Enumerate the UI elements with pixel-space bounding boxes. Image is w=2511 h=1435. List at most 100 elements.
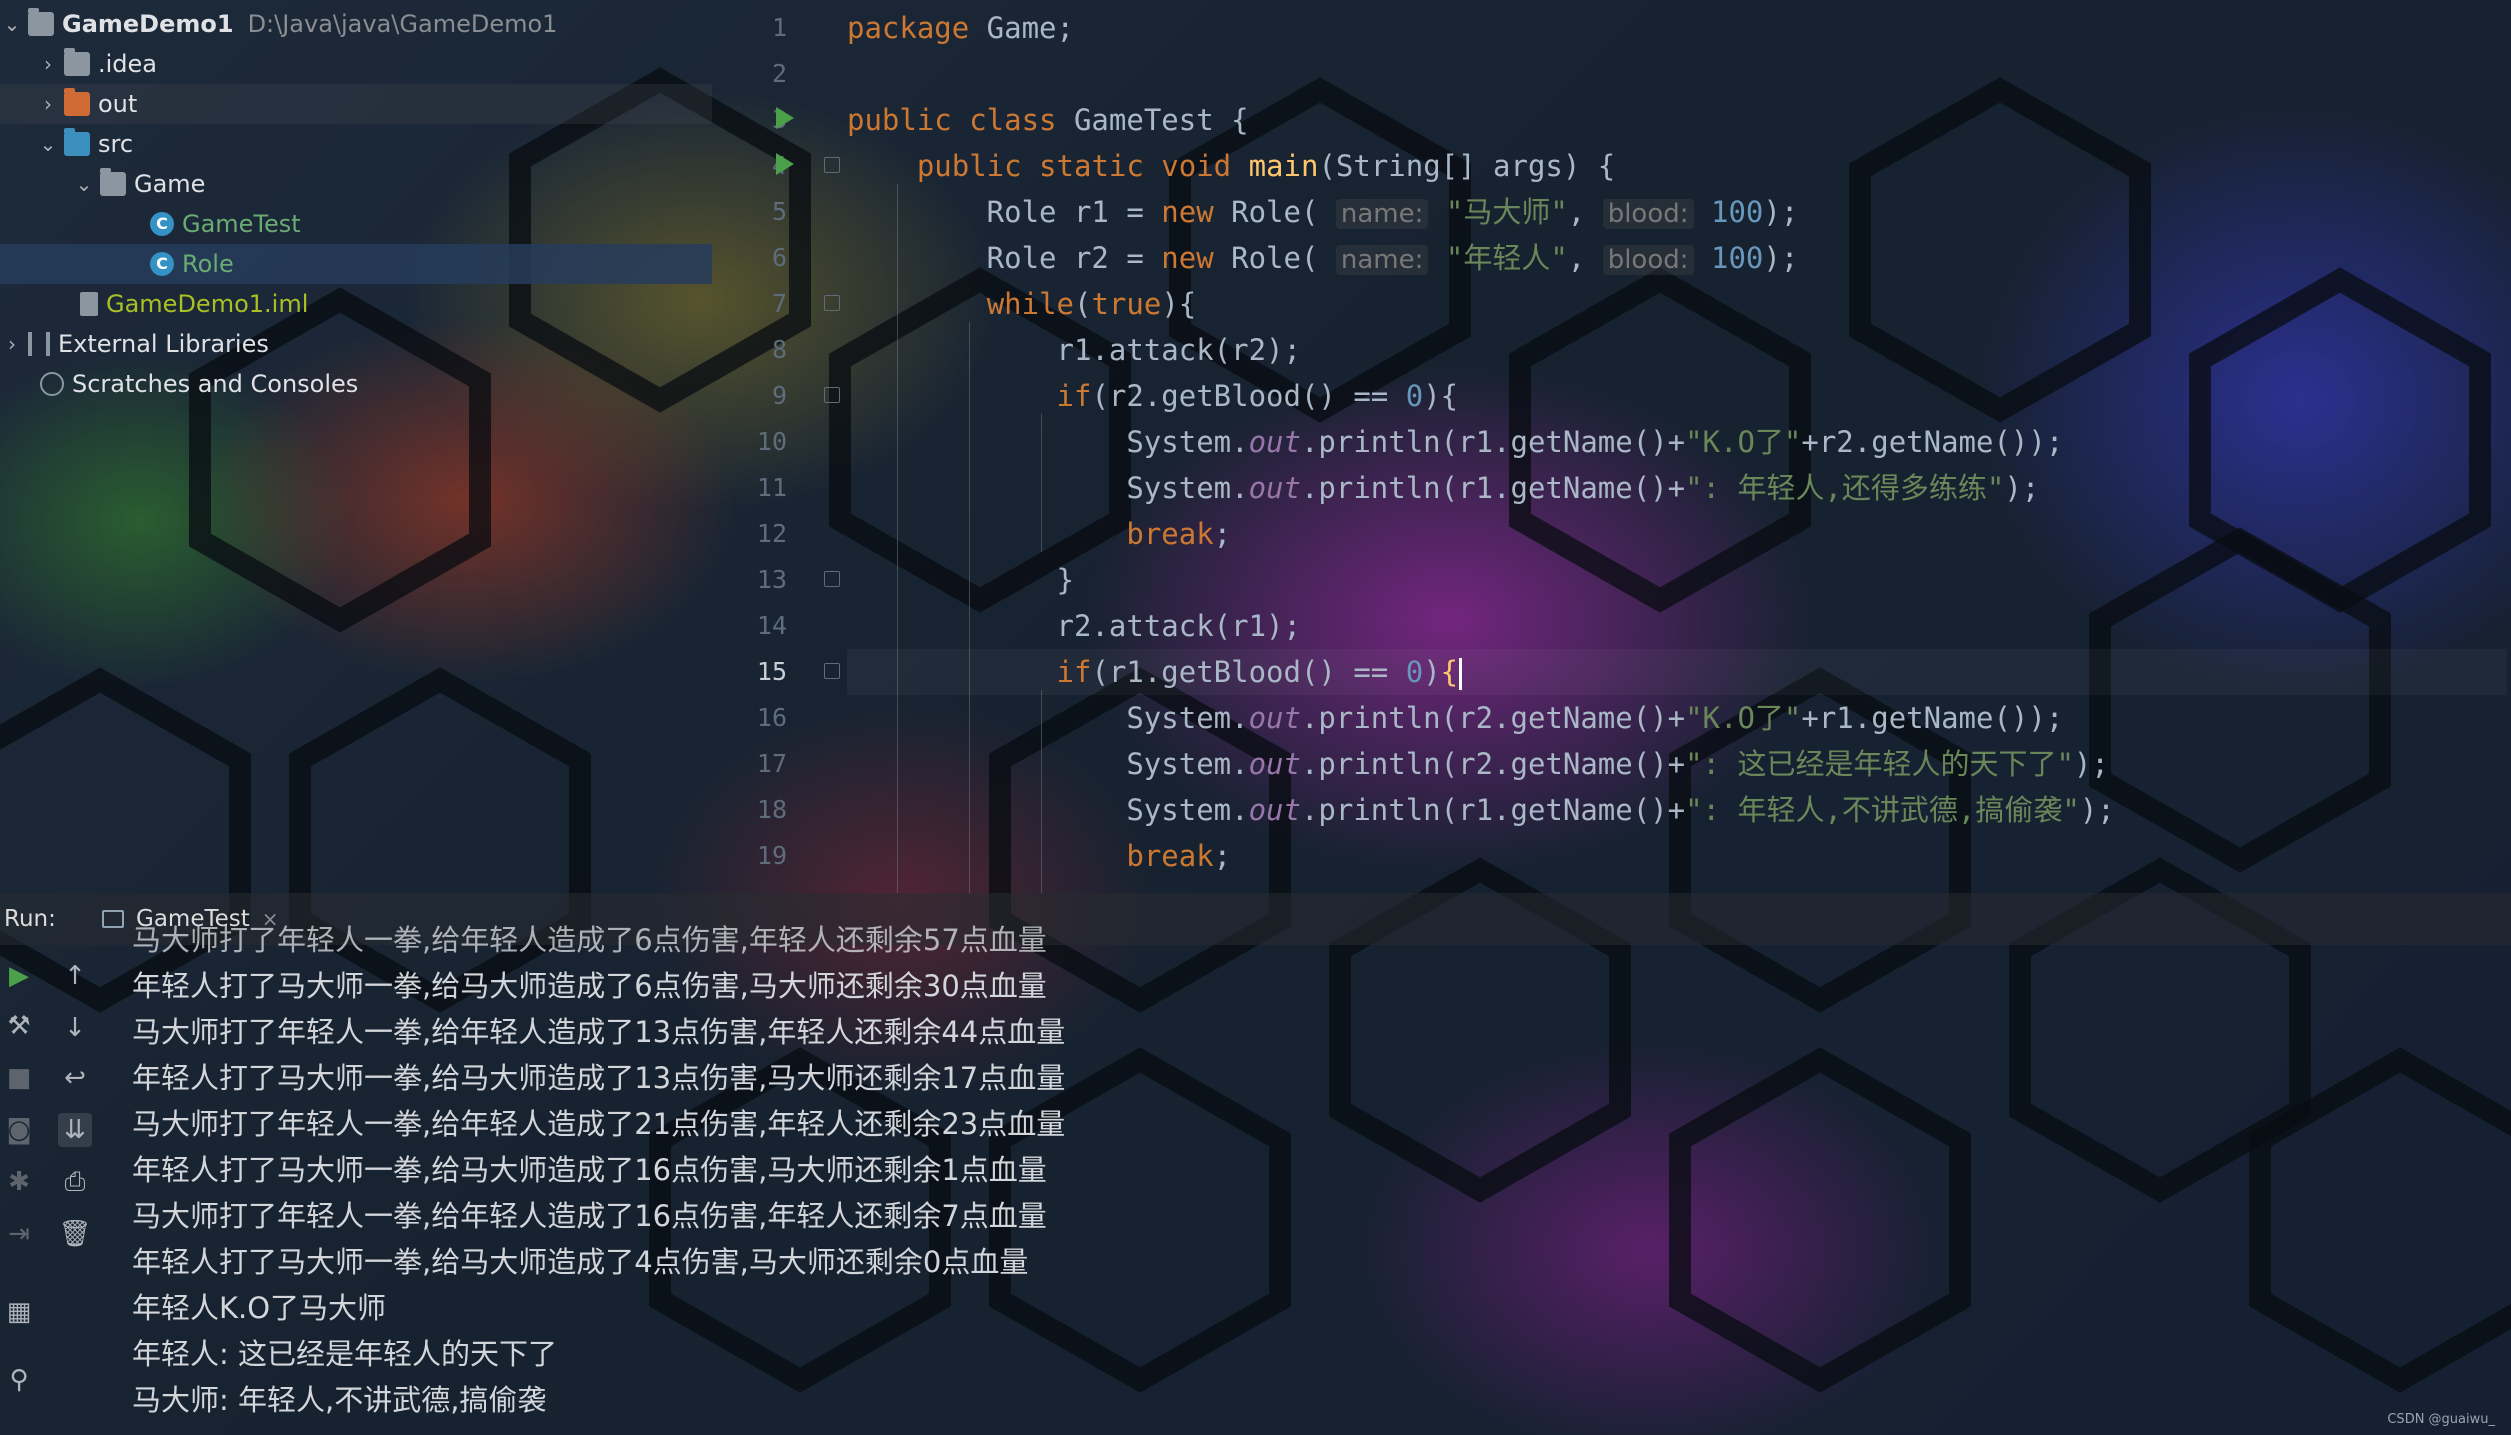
line-number: 19 xyxy=(756,841,787,870)
console-line: 年轻人K.O了马大师 xyxy=(132,1291,387,1325)
source-folder-icon xyxy=(64,128,90,156)
console-line: 马大师打了年轻人一拳,给年轻人造成了16点伤害,年轻人还剩余7点血量 xyxy=(132,1199,1047,1233)
tree-item-src[interactable]: ⌄ src xyxy=(0,124,712,164)
fold-icon[interactable] xyxy=(824,663,840,679)
chevron-right-icon[interactable]: › xyxy=(36,52,60,76)
tree-item-label: Scratches and Consoles xyxy=(72,370,359,398)
console-line: 马大师打了年轻人一拳,给年轻人造成了21点伤害,年轻人还剩余23点血量 xyxy=(132,1107,1066,1141)
code-line-17: System.out.println(r2.getName()+": 这已经是年… xyxy=(847,747,2109,781)
line-number: 9 xyxy=(771,381,787,410)
line-number: 15 xyxy=(756,657,787,686)
chevron-right-icon[interactable]: › xyxy=(0,332,24,356)
tree-item-label: GameDemo1 xyxy=(62,10,234,38)
chevron-down-icon[interactable]: ⌄ xyxy=(36,132,60,156)
console-line: 年轻人打了马大师一拳,给马大师造成了6点伤害,马大师还剩余30点血量 xyxy=(132,969,1047,1003)
console-line: 年轻人打了马大师一拳,给马大师造成了16点伤害,马大师还剩余1点血量 xyxy=(132,1153,1047,1187)
text-caret xyxy=(1459,658,1463,690)
tree-item-label: out xyxy=(98,90,138,118)
tree-item-scratches[interactable]: Scratches and Consoles xyxy=(0,364,712,404)
scratches-icon xyxy=(40,372,64,396)
camera-icon[interactable]: ◙ xyxy=(2,1113,36,1147)
line-number: 6 xyxy=(771,243,787,272)
console-line: 年轻人打了马大师一拳,给马大师造成了4点伤害,马大师还剩余0点血量 xyxy=(132,1245,1029,1279)
tree-item-label: GameDemo1.iml xyxy=(106,290,309,318)
tree-item-game-package[interactable]: ⌄ Game xyxy=(0,164,712,204)
line-number: 8 xyxy=(771,335,787,364)
tree-item-label: Game xyxy=(134,170,206,198)
line-number: 1 xyxy=(771,13,787,42)
tree-item-external-libraries[interactable]: › External Libraries xyxy=(0,324,712,364)
line-number: 5 xyxy=(771,197,787,226)
run-toolbar: ▶ ↑ ⚒ ↓ ■ ↩ ◙ ⇊ ✱ ⎙ ⇥ 🗑 ▦ ⚲ xyxy=(0,945,105,1435)
tree-item-label: GameTest xyxy=(182,210,301,238)
library-icon xyxy=(28,332,50,356)
console-icon xyxy=(102,910,124,928)
chevron-right-icon[interactable]: › xyxy=(36,92,60,116)
console-line: 马大师打了年轻人一拳,给年轻人造成了13点伤害,年轻人还剩余44点血量 xyxy=(132,1015,1066,1049)
console-line: 年轻人打了马大师一拳,给马大师造成了13点伤害,马大师还剩余17点血量 xyxy=(132,1061,1066,1095)
code-editor[interactable]: 1 2 3 4 5 6 7 8 9 10 11 12 13 14 15 16 1… xyxy=(712,0,2511,893)
soft-wrap-icon[interactable]: ↩ xyxy=(58,1061,92,1095)
chevron-down-icon[interactable]: ⌄ xyxy=(72,172,96,196)
console-output[interactable]: 马大师打了年轻人一拳,给年轻人造成了6点伤害,年轻人还剩余57点血量 年轻人打了… xyxy=(132,923,1432,1435)
tree-item-idea[interactable]: › .idea xyxy=(0,44,712,84)
chevron-down-icon[interactable]: ⌄ xyxy=(0,12,24,36)
arrow-down-icon[interactable]: ↓ xyxy=(58,1011,92,1045)
code-line-11: System.out.println(r1.getName()+": 年轻人,还… xyxy=(847,471,2040,505)
settings-icon[interactable]: ✱ xyxy=(2,1165,36,1199)
exit-icon[interactable]: ⇥ xyxy=(2,1217,36,1251)
run-main-icon[interactable] xyxy=(776,153,794,175)
tree-item-role[interactable]: C Role xyxy=(0,244,712,284)
fold-icon[interactable] xyxy=(824,571,840,587)
line-number: 10 xyxy=(756,427,787,456)
java-class-icon: C xyxy=(150,252,174,276)
code-line-7: while(true){ xyxy=(986,287,1197,321)
folder-icon xyxy=(28,8,54,36)
project-path: D:\Java\java\GameDemo1 xyxy=(247,10,558,38)
editor-gutter: 1 2 3 4 5 6 7 8 9 10 11 12 13 14 15 16 1… xyxy=(712,0,842,893)
line-number: 11 xyxy=(756,473,787,502)
code-line-9: if(r2.getBlood() == 0){ xyxy=(1056,379,1459,413)
scroll-to-end-icon[interactable]: ⇊ xyxy=(58,1113,92,1147)
tree-item-iml[interactable]: GameDemo1.iml xyxy=(0,284,712,324)
pin-icon[interactable]: ⚲ xyxy=(2,1363,36,1397)
code-line-5: Role r1 = new Role( name: "马大师", blood: … xyxy=(847,195,1799,229)
console-line: 年轻人: 这已经是年轻人的天下了 xyxy=(132,1337,557,1371)
fold-icon[interactable] xyxy=(824,387,840,403)
run-class-icon[interactable] xyxy=(776,107,794,129)
code-line-18: System.out.println(r1.getName()+": 年轻人,不… xyxy=(847,793,2115,827)
layout-icon[interactable]: ▦ xyxy=(2,1295,36,1329)
line-number: 12 xyxy=(756,519,787,548)
fold-icon[interactable] xyxy=(824,295,840,311)
java-class-icon: C xyxy=(150,212,174,236)
code-line-16: System.out.println(r2.getName()+"K.O了"+r… xyxy=(847,701,2064,735)
wrench-icon[interactable]: ⚒ xyxy=(2,1009,36,1043)
folder-icon xyxy=(64,88,90,116)
module-file-icon xyxy=(80,292,98,316)
stop-icon[interactable]: ■ xyxy=(2,1061,36,1095)
line-number: 13 xyxy=(756,565,787,594)
print-icon[interactable]: ⎙ xyxy=(58,1165,92,1199)
code-line-8: r1.attack(r2); xyxy=(847,333,1301,367)
arrow-up-icon[interactable]: ↑ xyxy=(58,959,92,993)
run-label: Run: xyxy=(4,906,56,932)
code-line-10: System.out.println(r1.getName()+"K.O了"+r… xyxy=(847,425,2064,459)
tree-item-project-root[interactable]: ⌄ GameDemo1 D:\Java\java\GameDemo1 xyxy=(0,4,712,44)
trash-icon[interactable]: 🗑 xyxy=(58,1217,92,1251)
folder-icon xyxy=(64,48,90,76)
code-line-4: public static void main(String[] args) { xyxy=(916,149,1616,183)
rerun-icon[interactable]: ▶ xyxy=(2,959,36,993)
code-line-19: break; xyxy=(1126,839,1232,873)
tree-item-label: Role xyxy=(182,250,234,278)
code-line-6: Role r2 = new Role( name: "年轻人", blood: … xyxy=(847,241,1799,275)
tree-item-gametest[interactable]: C GameTest xyxy=(0,204,712,244)
console-line: 马大师打了年轻人一拳,给年轻人造成了6点伤害,年轻人还剩余57点血量 xyxy=(132,923,1047,957)
fold-icon[interactable] xyxy=(824,157,840,173)
project-tree: ⌄ GameDemo1 D:\Java\java\GameDemo1 › .id… xyxy=(0,0,712,420)
tree-item-label: External Libraries xyxy=(58,330,269,358)
code-area[interactable]: package Game; public class GameTest { pu… xyxy=(847,0,2507,893)
code-line-12: break; xyxy=(1126,517,1232,551)
tree-item-out[interactable]: › out xyxy=(0,84,712,124)
line-number: 14 xyxy=(756,611,787,640)
